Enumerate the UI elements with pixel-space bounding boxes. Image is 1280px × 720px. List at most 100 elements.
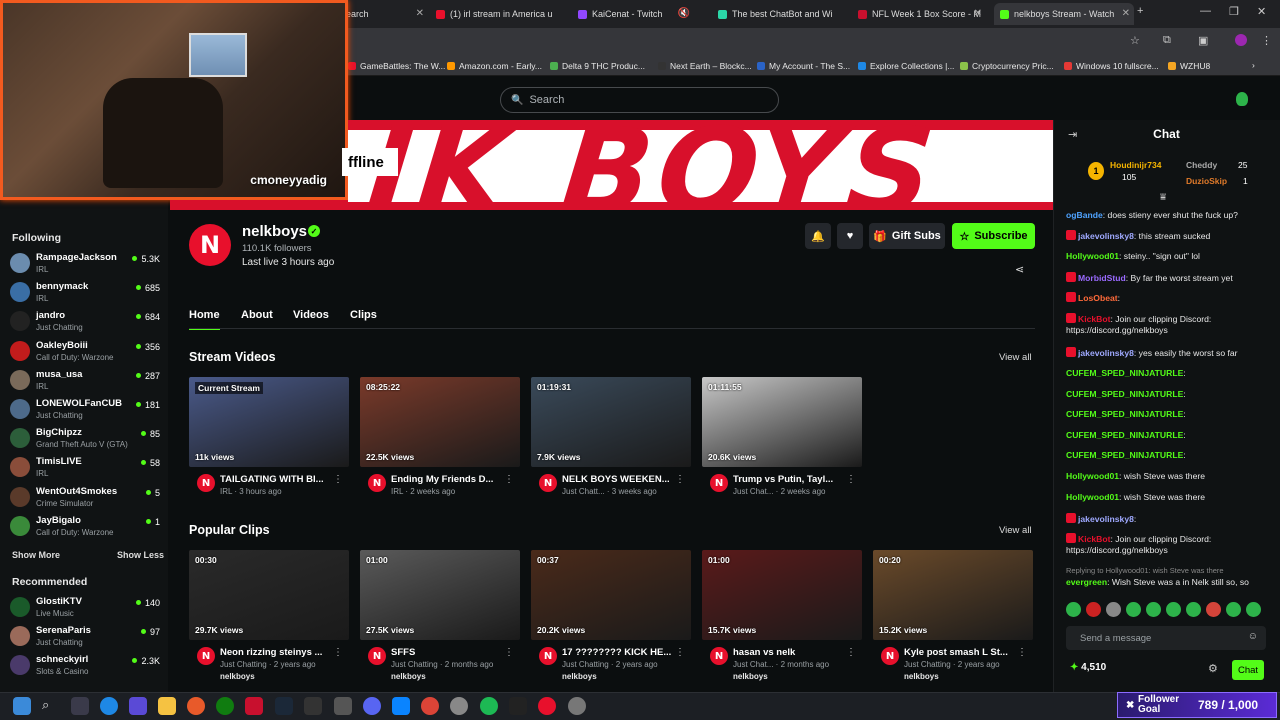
sidebar-channel[interactable]: RampageJackson IRL 5.3K xyxy=(10,250,160,278)
video-channel[interactable]: nelkboys xyxy=(904,672,939,681)
more-options-icon[interactable]: ⋮ xyxy=(333,647,343,658)
app-icon[interactable] xyxy=(392,697,410,715)
emote-icon[interactable] xyxy=(1246,602,1261,617)
chrome-icon[interactable] xyxy=(421,697,439,715)
emote-icon[interactable] xyxy=(1146,602,1161,617)
video-title[interactable]: 17 ???????? KICK HE... xyxy=(562,647,674,658)
chat-username[interactable]: Hollywood01 xyxy=(1066,251,1119,261)
cortana-icon[interactable] xyxy=(100,697,118,715)
new-tab-icon[interactable]: + xyxy=(1137,5,1143,17)
sidebar-channel[interactable]: LONEWOLFanCUB Just Chatting 181 xyxy=(10,396,160,424)
notification-bell-button[interactable]: 🔔 xyxy=(805,223,831,249)
chat-username[interactable]: KickBot xyxy=(1078,534,1110,544)
channel-mini-avatar[interactable]: N xyxy=(368,647,386,665)
video-thumbnail[interactable]: 01:00 27.5K views xyxy=(360,550,520,640)
browser-tab-irl-stream[interactable]: (1) irl stream in America u xyxy=(436,3,572,25)
channel-mini-avatar[interactable]: N xyxy=(881,647,899,665)
channel-avatar[interactable]: N xyxy=(189,224,231,266)
chat-username[interactable]: CUFEM_SPED_NINJATURLE xyxy=(1066,368,1183,378)
sidebar-channel[interactable]: TimisLIVE IRL 58 xyxy=(10,454,160,482)
browser-tab-nfl[interactable]: NFL Week 1 Box Score - M ✕ xyxy=(858,3,986,25)
app-icon[interactable] xyxy=(129,697,147,715)
video-title[interactable]: SFFS xyxy=(391,647,503,658)
sidebar-channel[interactable]: JayBigalo Call of Duty: Warzone 1 xyxy=(10,513,160,541)
chat-username[interactable]: Hollywood01 xyxy=(1066,471,1119,481)
video-thumbnail[interactable]: 00:37 20.2K views xyxy=(531,550,691,640)
chat-username[interactable]: LosObeat xyxy=(1078,293,1118,303)
xbox-icon[interactable] xyxy=(216,697,234,715)
video-thumbnail[interactable]: 01:19:31 7.9K views xyxy=(531,377,691,467)
task-view-icon[interactable] xyxy=(71,697,89,715)
video-channel[interactable]: nelkboys xyxy=(391,672,426,681)
more-options-icon[interactable]: ⋮ xyxy=(504,647,514,658)
bookmark-amazon[interactable]: Amazon.com - Early... xyxy=(447,61,542,71)
emote-icon[interactable] xyxy=(1086,602,1101,617)
discord-icon[interactable] xyxy=(363,697,381,715)
sidebar-channel[interactable]: BigChipzz Grand Theft Auto V (GTA) 85 xyxy=(10,425,160,453)
minimize-icon[interactable]: — xyxy=(1200,5,1211,17)
maximize-icon[interactable]: ❐ xyxy=(1229,5,1239,18)
video-title[interactable]: TAILGATING WITH BI... xyxy=(220,474,332,485)
user-avatar-icon[interactable] xyxy=(1236,92,1248,106)
video-title[interactable]: Trump vs Putin, Tayl... xyxy=(733,474,845,485)
bookmark-star-icon[interactable]: ☆ xyxy=(1130,34,1140,47)
browser-tab-kaicenat[interactable]: KaiCenat - Twitch 🔇 xyxy=(578,3,694,25)
bookmark-crypto[interactable]: Cryptocurrency Pric... xyxy=(960,61,1054,71)
close-tab-icon[interactable]: ✕ xyxy=(416,8,424,19)
sidepanel-icon[interactable]: ▣ xyxy=(1198,34,1208,47)
chat-username[interactable]: CUFEM_SPED_NINJATURLE xyxy=(1066,389,1183,399)
chat-username[interactable]: CUFEM_SPED_NINJATURLE xyxy=(1066,430,1183,440)
chat-input[interactable]: Send a message ☺ xyxy=(1066,626,1266,650)
popular-clips-view-all[interactable]: View all xyxy=(999,525,1032,536)
video-thumbnail[interactable]: 01:11:55 20.6K views xyxy=(702,377,862,467)
emote-icon[interactable] xyxy=(1206,602,1221,617)
settings-icon[interactable] xyxy=(568,697,586,715)
bookmark-wzhu8[interactable]: WZHU8 xyxy=(1168,61,1210,71)
chat-username[interactable]: KickBot xyxy=(1078,314,1110,324)
emote-icon[interactable] xyxy=(1186,602,1201,617)
follow-heart-button[interactable]: ♥ xyxy=(837,223,863,249)
bookmark-next-earth[interactable]: Next Earth – Blockc... xyxy=(658,61,752,71)
more-options-icon[interactable]: ⋮ xyxy=(675,474,685,485)
emote-icon[interactable] xyxy=(1066,602,1081,617)
more-options-icon[interactable]: ⋮ xyxy=(675,647,685,658)
chat-username[interactable]: jakevolinsky8 xyxy=(1078,231,1134,241)
video-thumbnail[interactable]: 01:00 15.7K views xyxy=(702,550,862,640)
channel-mini-avatar[interactable]: N xyxy=(539,647,557,665)
video-title[interactable]: hasan vs nelk xyxy=(733,647,845,658)
bookmarks-overflow-icon[interactable]: › xyxy=(1252,60,1255,70)
extensions-icon[interactable]: ⧉ xyxy=(1163,34,1171,47)
chat-username[interactable]: Hollywood01 xyxy=(1066,492,1119,502)
video-title[interactable]: Kyle post smash L St... xyxy=(904,647,1016,658)
channel-mini-avatar[interactable]: N xyxy=(710,474,728,492)
more-options-icon[interactable]: ⋮ xyxy=(504,474,514,485)
more-options-icon[interactable]: ⋮ xyxy=(333,474,343,485)
chat-username[interactable]: jakevolinsky8 xyxy=(1078,514,1134,524)
video-title[interactable]: Ending My Friends D... xyxy=(391,474,503,485)
emote-icon[interactable] xyxy=(1166,602,1181,617)
tab-home[interactable]: Home xyxy=(189,309,220,330)
tab-videos[interactable]: Videos xyxy=(293,309,329,321)
app-icon[interactable] xyxy=(304,697,322,715)
channel-mini-avatar[interactable]: N xyxy=(197,647,215,665)
close-window-icon[interactable]: ✕ xyxy=(1257,5,1266,18)
bookmark-my-account[interactable]: My Account - The S... xyxy=(757,61,850,71)
emote-icon[interactable] xyxy=(1126,602,1141,617)
video-channel[interactable]: nelkboys xyxy=(220,672,255,681)
chat-username[interactable]: evergreen xyxy=(1066,577,1107,587)
video-channel[interactable]: nelkboys xyxy=(562,672,597,681)
windows-start-icon[interactable] xyxy=(13,697,31,715)
emote-icon[interactable] xyxy=(1106,602,1121,617)
steam-icon[interactable] xyxy=(275,697,293,715)
bookmark-gamebattles[interactable]: GameBattles: The W... xyxy=(348,61,445,71)
show-more-button[interactable]: Show More xyxy=(12,550,60,560)
subscribe-button[interactable]: ☆ Subscribe xyxy=(952,223,1035,249)
send-chat-button[interactable]: Chat xyxy=(1232,660,1264,680)
video-thumbnail[interactable]: 00:20 15.2K views xyxy=(873,550,1033,640)
sidebar-channel[interactable]: musa_usa IRL 287 xyxy=(10,367,160,395)
spotify-icon[interactable] xyxy=(480,697,498,715)
chat-username[interactable]: jakevolinsky8 xyxy=(1078,348,1134,358)
more-options-icon[interactable]: ⋮ xyxy=(846,647,856,658)
sidebar-channel[interactable]: SerenaParis Just Chatting 97 xyxy=(10,623,160,651)
more-options-icon[interactable]: ⋮ xyxy=(1017,647,1027,658)
